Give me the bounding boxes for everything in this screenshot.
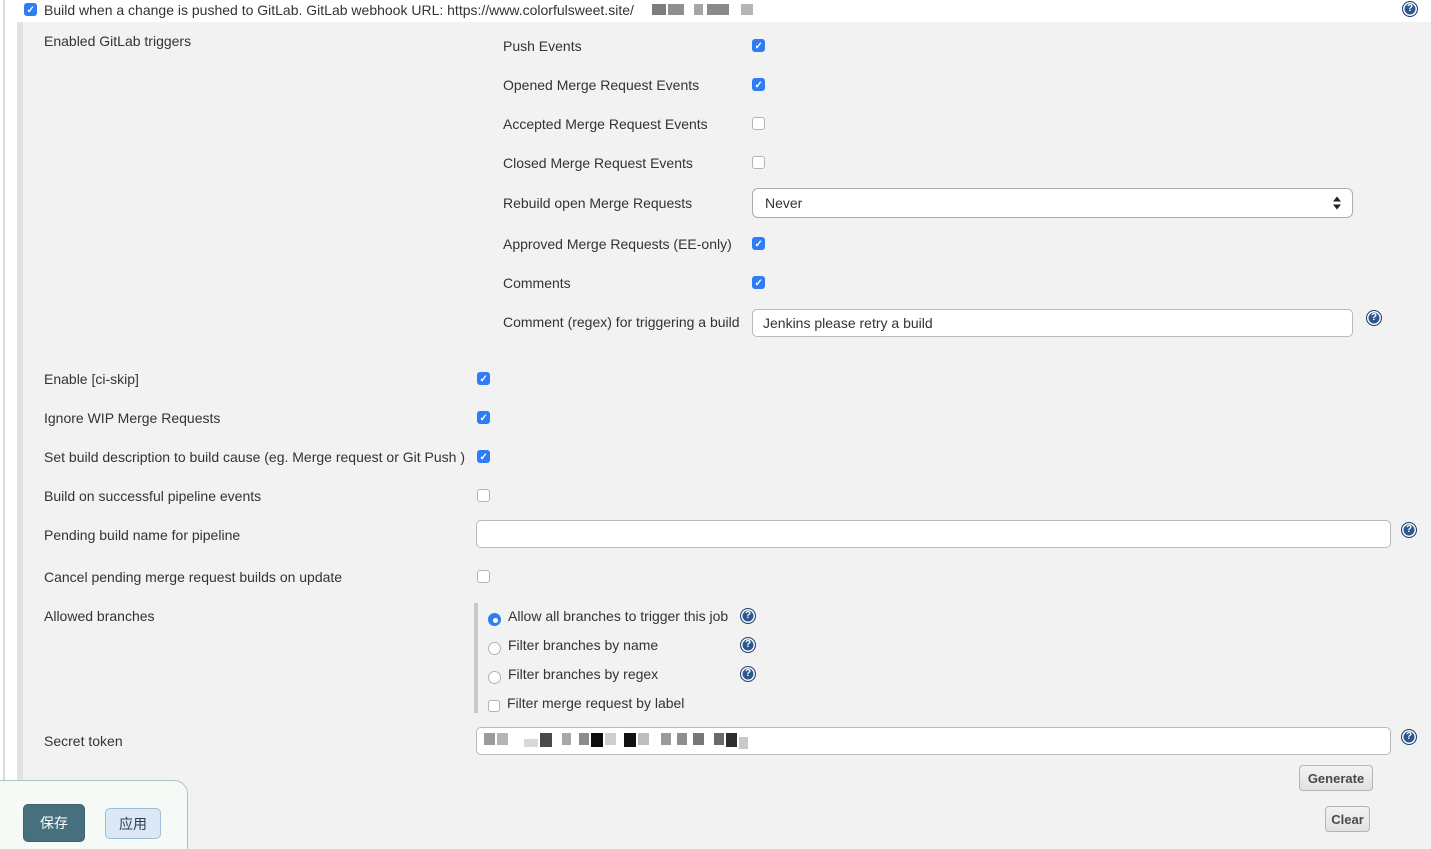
comment-regex-label: Comment (regex) for triggering a build bbox=[503, 314, 740, 330]
pending-build-name-input[interactable] bbox=[476, 520, 1391, 548]
generate-button[interactable]: Generate bbox=[1299, 765, 1373, 791]
comments-label: Comments bbox=[503, 275, 571, 291]
help-icon[interactable]: ? bbox=[1366, 310, 1382, 326]
allowed-branches-label: Allowed branches bbox=[44, 608, 155, 624]
approved-mr-label: Approved Merge Requests (EE-only) bbox=[503, 236, 732, 252]
help-icon[interactable]: ? bbox=[740, 666, 756, 682]
ignore-wip-mr-checkbox[interactable] bbox=[477, 411, 490, 424]
comment-regex-input[interactable] bbox=[752, 309, 1353, 337]
cancel-pending-mr-checkbox[interactable] bbox=[477, 570, 490, 583]
build-when-pushed-checkbox[interactable] bbox=[24, 3, 37, 16]
apply-button[interactable]: 应用 bbox=[105, 808, 161, 839]
trigger-config-section bbox=[17, 22, 1431, 849]
clear-button[interactable]: Clear bbox=[1325, 806, 1370, 832]
filter-branches-by-regex-radio[interactable] bbox=[488, 671, 501, 684]
filter-mr-by-label-checkbox[interactable] bbox=[488, 700, 500, 712]
opened-mr-events-checkbox[interactable] bbox=[752, 78, 765, 91]
cancel-pending-mr-label: Cancel pending merge request builds on u… bbox=[44, 569, 342, 585]
allow-all-branches-label: Allow all branches to trigger this job bbox=[508, 608, 728, 624]
help-icon[interactable]: ? bbox=[1401, 522, 1417, 538]
save-apply-panel: 保存 应用 bbox=[0, 780, 188, 849]
radio-group-bar bbox=[474, 603, 478, 713]
secret-token-redacted bbox=[484, 733, 748, 751]
left-frame-line bbox=[3, 0, 5, 781]
comments-checkbox[interactable] bbox=[752, 276, 765, 289]
rebuild-open-mr-select[interactable]: Never bbox=[752, 188, 1353, 218]
enable-ci-skip-checkbox[interactable] bbox=[477, 372, 490, 385]
opened-mr-events-label: Opened Merge Request Events bbox=[503, 77, 699, 93]
build-on-pipeline-label: Build on successful pipeline events bbox=[44, 488, 261, 504]
accepted-mr-events-checkbox[interactable] bbox=[752, 117, 765, 130]
build-on-pipeline-checkbox[interactable] bbox=[477, 489, 490, 502]
enable-ci-skip-label: Enable [ci-skip] bbox=[44, 371, 139, 387]
webhook-url-redacted bbox=[652, 4, 753, 17]
accepted-mr-events-label: Accepted Merge Request Events bbox=[503, 116, 708, 132]
enabled-triggers-label: Enabled GitLab triggers bbox=[44, 33, 191, 49]
rebuild-open-mr-label: Rebuild open Merge Requests bbox=[503, 195, 692, 211]
help-icon[interactable]: ? bbox=[740, 637, 756, 653]
set-build-description-checkbox[interactable] bbox=[477, 450, 490, 463]
closed-mr-events-label: Closed Merge Request Events bbox=[503, 155, 693, 171]
approved-mr-checkbox[interactable] bbox=[752, 237, 765, 250]
closed-mr-events-checkbox[interactable] bbox=[752, 156, 765, 169]
pending-build-name-label: Pending build name for pipeline bbox=[44, 527, 240, 543]
filter-branches-by-regex-label: Filter branches by regex bbox=[508, 666, 658, 682]
build-when-pushed-label: Build when a change is pushed to GitLab.… bbox=[44, 2, 634, 18]
help-icon[interactable]: ? bbox=[1402, 1, 1418, 17]
allow-all-branches-radio[interactable] bbox=[488, 613, 501, 626]
filter-branches-by-name-label: Filter branches by name bbox=[508, 637, 658, 653]
secret-token-label: Secret token bbox=[44, 733, 123, 749]
gitlab-trigger-config-page: Build when a change is pushed to GitLab.… bbox=[0, 0, 1431, 849]
set-build-description-label: Set build description to build cause (eg… bbox=[44, 449, 465, 465]
save-button[interactable]: 保存 bbox=[23, 804, 85, 842]
help-icon[interactable]: ? bbox=[1401, 729, 1417, 745]
push-events-label: Push Events bbox=[503, 38, 582, 54]
ignore-wip-mr-label: Ignore WIP Merge Requests bbox=[44, 410, 220, 426]
rebuild-open-mr-selected-value: Never bbox=[765, 195, 802, 211]
select-spinner-icon bbox=[1333, 197, 1341, 210]
filter-branches-by-name-radio[interactable] bbox=[488, 642, 501, 655]
filter-mr-by-label-label: Filter merge request by label bbox=[507, 695, 684, 711]
help-icon[interactable]: ? bbox=[740, 608, 756, 624]
push-events-checkbox[interactable] bbox=[752, 39, 765, 52]
